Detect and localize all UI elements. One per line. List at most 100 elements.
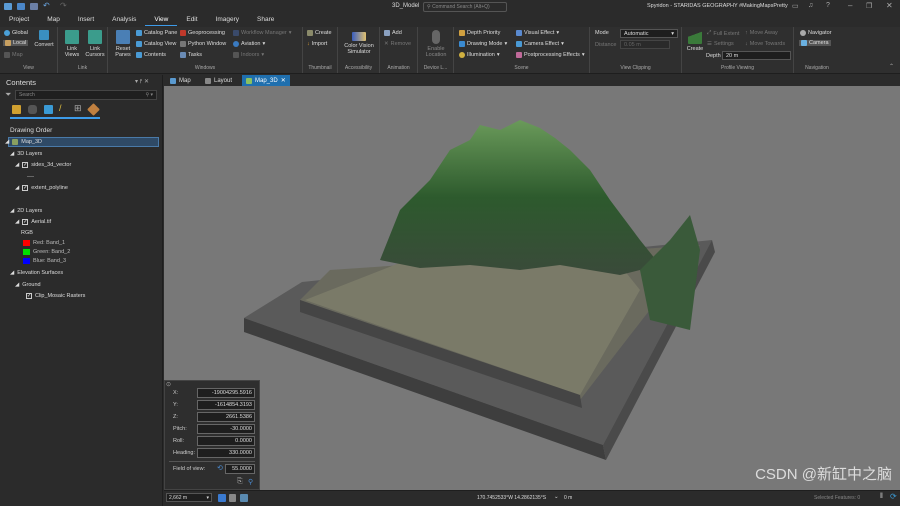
close-tab-icon[interactable]: ✕ bbox=[281, 77, 286, 84]
color-vision-simulator-button[interactable]: Color Vision Simulator bbox=[340, 32, 378, 55]
distance-input[interactable]: 0.05 m bbox=[620, 40, 670, 49]
tab-edit[interactable]: Edit bbox=[177, 14, 206, 26]
list-by-snapping-icon[interactable]: ⊞ bbox=[74, 103, 82, 114]
create-profile-button[interactable]: Create bbox=[685, 30, 705, 52]
convert-button[interactable]: Convert bbox=[34, 30, 54, 48]
fov-input[interactable]: 55.0000 bbox=[225, 464, 255, 474]
tab-view[interactable]: View bbox=[145, 14, 178, 26]
list-by-editing-icon[interactable]: / bbox=[59, 103, 62, 113]
depth-priority-button[interactable]: Depth Priority bbox=[459, 30, 500, 36]
tree-2d-layers[interactable]: ◢ 2D Layers bbox=[10, 208, 42, 214]
visual-effect-button[interactable]: Visual Effect ▾ bbox=[516, 30, 559, 36]
illumination-button[interactable]: Illumination ▾ bbox=[459, 52, 500, 58]
reset-panes-button[interactable]: Reset Panes bbox=[111, 30, 135, 58]
display-icon[interactable]: ▭ bbox=[792, 2, 799, 10]
layer-sides-3d-vector[interactable]: ◢ ✓ sides_3d_vector bbox=[15, 162, 71, 168]
y-input[interactable]: -1614854.3193 bbox=[197, 400, 255, 410]
tree-elevation-surfaces[interactable]: ◢ Elevation Surfaces bbox=[10, 270, 63, 276]
tab-map[interactable]: Map bbox=[38, 14, 69, 26]
pause-icon[interactable]: ‖ bbox=[880, 493, 883, 500]
layer-clip-mosaic[interactable]: ✓ Clip_Mosaic Rasters bbox=[26, 293, 85, 299]
doc-tab-layout[interactable]: Layout bbox=[201, 75, 236, 86]
list-by-labeling-icon[interactable] bbox=[87, 103, 100, 116]
create-thumbnail-button[interactable]: Create bbox=[307, 30, 332, 36]
contents-search-input[interactable]: Search ⚲ ▾ bbox=[15, 90, 157, 100]
new-project-icon[interactable] bbox=[4, 3, 12, 10]
scale-select[interactable]: 2,662 m ▾ bbox=[166, 493, 212, 502]
undo-icon[interactable]: ↶ bbox=[43, 1, 50, 10]
roll-input[interactable]: 0.0000 bbox=[197, 436, 255, 446]
checkbox-checked[interactable]: ✓ bbox=[26, 293, 32, 299]
camera-button[interactable]: Camera bbox=[799, 40, 831, 46]
tab-analysis[interactable]: Analysis bbox=[103, 14, 145, 26]
checkbox-checked[interactable]: ✓ bbox=[22, 219, 29, 225]
map-button[interactable]: Map bbox=[4, 52, 23, 58]
workflow-manager-button[interactable]: Workflow Manager ▾ bbox=[233, 30, 292, 36]
close-icon[interactable]: ✕ bbox=[886, 1, 893, 10]
reset-fov-icon[interactable]: ⟲ bbox=[217, 464, 223, 472]
pitch-input[interactable]: -30.0000 bbox=[197, 424, 255, 434]
tab-imagery[interactable]: Imagery bbox=[207, 14, 248, 26]
coord-format-dropdown[interactable]: ⌄ bbox=[554, 494, 559, 500]
command-search-input[interactable]: ⚲ Command Search (Alt+Q) bbox=[423, 2, 507, 12]
add-animation-button[interactable]: Add bbox=[384, 30, 402, 36]
link-views-button[interactable]: Link Views bbox=[61, 30, 83, 58]
move-away-button[interactable]: ↑ Move Away bbox=[745, 30, 778, 36]
collapse-icon[interactable]: ⊙ bbox=[166, 381, 171, 388]
tab-project[interactable]: Project bbox=[0, 14, 38, 26]
camera-effect-button[interactable]: Camera Effect ▾ bbox=[516, 41, 564, 47]
tasks-button[interactable]: Tasks bbox=[180, 52, 202, 58]
global-button[interactable]: Global bbox=[4, 30, 28, 36]
depth-input[interactable]: 20 m bbox=[722, 51, 791, 60]
help-icon[interactable]: ? bbox=[826, 2, 830, 9]
open-project-icon[interactable] bbox=[17, 3, 25, 10]
heading-input[interactable]: 330.0000 bbox=[197, 448, 255, 458]
link-cursors-button[interactable]: Link Cursors bbox=[83, 30, 107, 58]
tab-insert[interactable]: Insert bbox=[69, 14, 103, 26]
save-icon[interactable] bbox=[30, 3, 38, 10]
import-thumbnail-button[interactable]: ↓ Import bbox=[307, 41, 327, 47]
checkbox-checked[interactable]: ✓ bbox=[22, 185, 29, 191]
restore-icon[interactable]: ❐ bbox=[866, 2, 872, 10]
drawing-mode-button[interactable]: Drawing Mode ▾ bbox=[459, 41, 507, 47]
tree-3d-layers[interactable]: ◢ 3D Layers bbox=[10, 151, 42, 157]
doc-tab-map-3d[interactable]: Map_3D ✕ bbox=[242, 75, 290, 86]
enable-location-button[interactable]: Enable Location bbox=[420, 30, 452, 58]
catalog-view-button[interactable]: Catalog View bbox=[136, 41, 176, 47]
z-input[interactable]: 2661.5386 bbox=[197, 412, 255, 422]
zoom-icon[interactable]: ⚲ bbox=[248, 478, 253, 486]
postprocessing-effects-button[interactable]: Postprocessing Effects ▾ bbox=[516, 52, 585, 58]
checkbox-checked[interactable]: ✓ bbox=[22, 162, 29, 168]
layer-extent-polyline[interactable]: ◢ ✓ extent_polyline bbox=[15, 185, 68, 191]
aviation-button[interactable]: Aviation ▾ bbox=[233, 41, 265, 47]
selected-features-count[interactable]: Selected Features: 0 bbox=[814, 495, 860, 501]
tree-ground[interactable]: ◢ Ground bbox=[15, 282, 41, 288]
python-window-button[interactable]: Python Window bbox=[180, 41, 226, 47]
catalog-pane-button[interactable]: Catalog Pane bbox=[136, 30, 177, 36]
tree-map-3d[interactable]: ◢ Map_3D bbox=[5, 139, 42, 145]
layer-aerial-tif[interactable]: ◢ ✓ Aerial.tif bbox=[15, 219, 51, 225]
snapping-icon[interactable] bbox=[240, 494, 248, 502]
list-by-selection-icon[interactable] bbox=[44, 105, 53, 114]
pane-options-icon[interactable]: ▾ ⫯ ✕ bbox=[135, 78, 149, 86]
move-towards-button[interactable]: ↓ Move Towards bbox=[745, 41, 785, 47]
redo-icon[interactable]: ↷ bbox=[60, 1, 67, 10]
geoprocessing-button[interactable]: Geoprocessing bbox=[180, 30, 225, 36]
indoors-button[interactable]: Indoors ▾ bbox=[233, 52, 264, 58]
minimize-icon[interactable]: – bbox=[848, 1, 852, 10]
grid-icon[interactable] bbox=[229, 494, 236, 502]
fixed-zoom-icon[interactable] bbox=[218, 494, 226, 502]
local-button[interactable]: Local bbox=[3, 40, 29, 46]
remove-animation-button[interactable]: ✕ Remove bbox=[384, 41, 411, 47]
settings-button[interactable]: ☰ Settings bbox=[707, 41, 734, 47]
contents-button[interactable]: Contents bbox=[136, 52, 166, 58]
scene-view[interactable]: CSDN @新缸中之脑 bbox=[164, 86, 900, 490]
filter-icon[interactable]: ⏷ bbox=[5, 90, 11, 100]
full-extent-button[interactable]: ⤢ Full Extent bbox=[707, 30, 739, 37]
refresh-icon[interactable]: ⟳ bbox=[890, 492, 897, 501]
mode-select[interactable]: Automatic ▾ bbox=[620, 29, 678, 38]
copy-icon[interactable]: ⎘ bbox=[237, 478, 243, 486]
user-name[interactable]: Spyridon - STARIDAS GEOGRAPHY #MakingMap… bbox=[647, 3, 788, 9]
list-by-drawing-order-icon[interactable] bbox=[12, 105, 21, 114]
collapse-ribbon-icon[interactable]: ⌃ bbox=[889, 63, 894, 70]
